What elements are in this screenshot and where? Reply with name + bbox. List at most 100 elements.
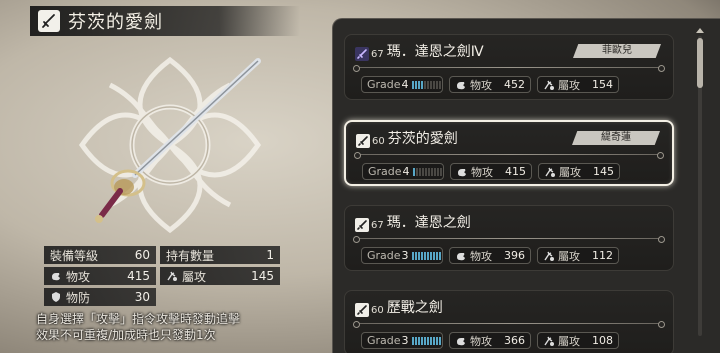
grade-bars bbox=[411, 251, 441, 260]
grade-bar-segment bbox=[432, 80, 435, 89]
elem-atk-stat: 屬攻 108 bbox=[537, 332, 619, 349]
phys-atk-value: 366 bbox=[504, 334, 525, 347]
weapon-card[interactable]: 60 歷戰之劍 Grade 3 物攻 366 屬攻 108 bbox=[344, 290, 674, 353]
phys-atk-value: 396 bbox=[504, 249, 525, 262]
magic-icon bbox=[544, 166, 556, 178]
grade-bar-segment bbox=[417, 80, 420, 89]
elem-atk-value: 145 bbox=[593, 165, 614, 178]
fist-icon bbox=[50, 270, 62, 282]
grade-bar-segment bbox=[429, 336, 432, 345]
grade-bar-segment bbox=[423, 336, 426, 345]
phys-atk-value: 415 bbox=[127, 269, 150, 283]
weapon-name: 芬茨的愛劍 bbox=[387, 131, 458, 147]
grade-value: 4 bbox=[402, 165, 410, 178]
grade-bar-segment bbox=[423, 251, 426, 260]
equip-level-value: 60 bbox=[134, 248, 150, 262]
phys-atk-stat: 物攻 366 bbox=[449, 332, 531, 349]
elem-atk-value: 108 bbox=[592, 334, 613, 347]
elem-atk-value: 145 bbox=[251, 269, 274, 283]
grade-bar-segment bbox=[414, 80, 417, 89]
owner-tag: 緹奇蓮 bbox=[572, 131, 660, 145]
scrollbar-thumb[interactable] bbox=[697, 38, 703, 88]
weapon-card[interactable]: 60 芬茨的愛劍 緹奇蓮 Grade 4 物攻 415 屬攻 145 bbox=[344, 120, 674, 186]
phys-atk-stat: 物攻 452 bbox=[449, 76, 531, 93]
weapon-level: 67 bbox=[371, 49, 384, 60]
grade-value: 3 bbox=[401, 334, 409, 347]
grade-bar-segment bbox=[420, 80, 423, 89]
phys-atk-value: 415 bbox=[505, 165, 526, 178]
scroll-up-arrow-icon[interactable] bbox=[696, 28, 704, 33]
grade-bars bbox=[412, 167, 442, 176]
phys-def-value: 30 bbox=[134, 290, 150, 304]
weapon-title: 芬茨的愛劍 bbox=[68, 12, 163, 33]
card-divider bbox=[353, 236, 665, 243]
owned-count-value: 1 bbox=[266, 248, 274, 262]
weapon-title-bar: 芬茨的愛劍 bbox=[30, 6, 300, 36]
grade-indicator: Grade 4 bbox=[362, 163, 444, 180]
fist-icon bbox=[456, 166, 468, 178]
grade-value: 3 bbox=[401, 249, 409, 262]
grade-indicator: Grade 3 bbox=[361, 247, 443, 264]
card-divider bbox=[353, 321, 665, 328]
grade-bar-segment bbox=[417, 336, 420, 345]
grade-bar-segment bbox=[433, 167, 436, 176]
grade-bar-segment bbox=[420, 251, 423, 260]
grade-bar-segment bbox=[429, 251, 432, 260]
grade-bar-segment bbox=[412, 167, 415, 176]
grade-bar-segment bbox=[411, 251, 414, 260]
weapon-name: 歷戰之劍 bbox=[386, 300, 443, 316]
grade-bar-segment bbox=[429, 80, 432, 89]
phys-atk-label: 物攻 bbox=[470, 334, 492, 348]
phys-atk-label: 物攻 bbox=[470, 249, 492, 263]
elem-atk-value: 154 bbox=[592, 78, 613, 91]
grade-bar-segment bbox=[423, 80, 426, 89]
grade-bar-segment bbox=[438, 336, 441, 345]
grade-label: Grade bbox=[367, 334, 401, 347]
owned-count-label: 持有數量 bbox=[166, 248, 215, 263]
grade-bar-segment bbox=[426, 251, 429, 260]
weapon-level: 67 bbox=[371, 220, 384, 231]
magic-icon bbox=[166, 270, 178, 282]
elem-atk-value: 112 bbox=[592, 249, 613, 262]
magic-icon bbox=[543, 335, 555, 347]
grade-bar-segment bbox=[417, 251, 420, 260]
grade-bar-segment bbox=[427, 167, 430, 176]
grade-bar-segment bbox=[439, 167, 442, 176]
sword-icon bbox=[355, 218, 369, 232]
sword-icon bbox=[355, 303, 369, 317]
grade-bars bbox=[411, 336, 441, 345]
grade-bar-segment bbox=[426, 336, 429, 345]
description-line-1: 自身選擇「攻擊」指令攻擊時發動追擊 bbox=[36, 312, 241, 326]
weapon-card[interactable]: 67 瑪．達恩之劍 Grade 3 物攻 396 屬攻 112 bbox=[344, 205, 674, 271]
grade-bar-segment bbox=[421, 167, 424, 176]
card-divider bbox=[353, 65, 665, 72]
grade-bar-segment bbox=[435, 336, 438, 345]
weapon-name: 瑪．達恩之劍Ⅳ bbox=[386, 44, 484, 60]
elem-atk-label: 屬攻 bbox=[558, 334, 580, 348]
phys-atk-stat: 物攻 415 bbox=[450, 163, 532, 180]
elem-atk-label: 屬攻 bbox=[558, 78, 580, 92]
grade-bar-segment bbox=[424, 167, 427, 176]
card-divider bbox=[354, 152, 664, 159]
grade-bar-segment bbox=[436, 167, 439, 176]
equip-level: 裝備等級 60 bbox=[44, 246, 156, 264]
weapon-name: 瑪．達恩之劍 bbox=[386, 215, 471, 231]
description-line-2: 效果不可重複/加成時也只發動1次 bbox=[36, 328, 216, 342]
grade-label: Grade bbox=[367, 249, 401, 262]
phys-atk-value: 452 bbox=[504, 78, 525, 91]
phys-atk-label: 物攻 bbox=[66, 269, 91, 284]
grade-bar-segment bbox=[430, 167, 433, 176]
grade-bar-segment bbox=[435, 251, 438, 260]
grade-bar-segment bbox=[432, 336, 435, 345]
fist-icon bbox=[455, 335, 467, 347]
elem-atk-label: 屬攻 bbox=[559, 165, 581, 179]
shield-icon bbox=[50, 291, 62, 303]
phys-def: 物防 30 bbox=[44, 288, 156, 306]
sword-icon bbox=[356, 134, 370, 148]
weapon-level: 60 bbox=[372, 136, 385, 147]
sword-icon bbox=[38, 10, 60, 32]
phys-atk-label: 物攻 bbox=[471, 165, 493, 179]
grade-bar-segment bbox=[438, 251, 441, 260]
weapon-card[interactable]: 67 瑪．達恩之劍Ⅳ 菲歐兒 Grade 4 物攻 452 屬攻 154 bbox=[344, 34, 674, 100]
owner-tag: 菲歐兒 bbox=[573, 44, 661, 58]
